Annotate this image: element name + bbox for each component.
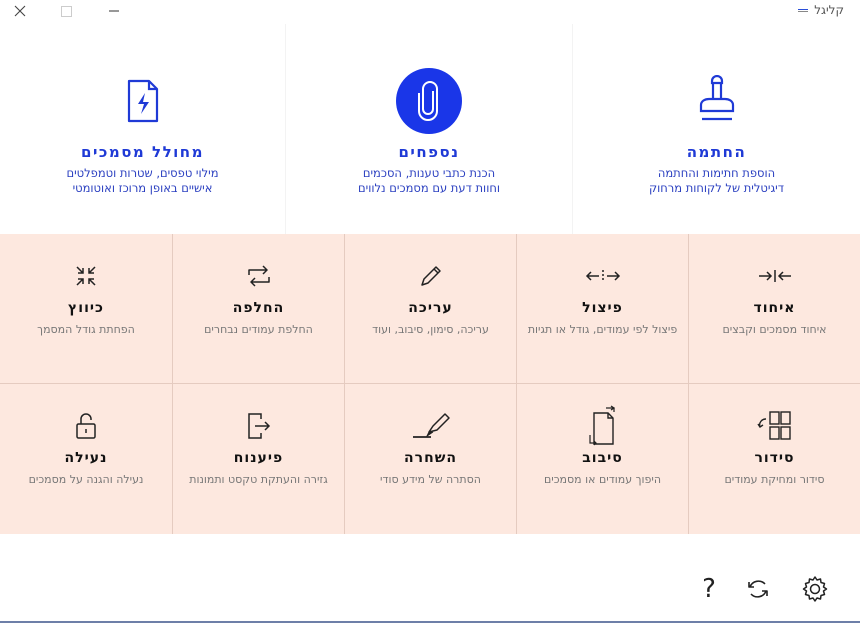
tools-grid: איחוד איחוד מסמכים וקבצים פיצול פיצול לפ…: [0, 234, 860, 534]
tool-title: פיענוח: [233, 450, 284, 466]
featured-section: החתמה הוספת חתימות והחתמה דיגיטלית של לק…: [0, 24, 860, 234]
tool-description: גזירה והעתקת טקסט ותמונות: [189, 473, 328, 486]
tool-edit[interactable]: עריכה עריכה, סימון, סיבוב, ועוד: [344, 234, 516, 384]
tool-description: נעילה והגנה על מסמכים: [28, 473, 144, 486]
swap-icon: [239, 256, 279, 296]
tool-title: השחרה: [404, 450, 457, 466]
featured-description: הכנת כתבי טענות, הסכמים וחוות דעת עם מסמ…: [286, 166, 572, 196]
refresh-icon: [745, 576, 771, 602]
merge-arrows-icon: [755, 256, 795, 296]
paperclip-icon: [396, 68, 462, 134]
featured-card-signing[interactable]: החתמה הוספת חתימות והחתמה דיגיטלית של לק…: [573, 24, 860, 234]
app-logo-icon: [798, 8, 809, 12]
window-close-button[interactable]: [10, 2, 30, 20]
tool-description: היפוך עמודים או מסמכים: [543, 473, 662, 486]
export-document-icon: [239, 406, 279, 446]
tool-title: החלפה: [232, 300, 285, 316]
featured-title: מחולל מסמכים: [81, 143, 204, 161]
tool-description: הסתרה של מידע סודי: [380, 473, 481, 486]
minimize-icon: [108, 5, 120, 17]
tool-redact[interactable]: השחרה הסתרה של מידע סודי: [344, 384, 516, 534]
lock-icon: [66, 406, 106, 446]
close-icon: [14, 5, 26, 17]
title-bar: קליגל: [0, 0, 860, 24]
tool-rotate[interactable]: סיבוב היפוך עמודים או מסמכים: [516, 384, 688, 534]
tool-description: החלפת עמודים נבחרים: [204, 323, 313, 336]
refresh-button[interactable]: [743, 574, 773, 604]
featured-desc-line2: אישיים באופן מרוכז ואוטומטי: [72, 181, 213, 195]
featured-desc-line1: מילוי טפסים, שטרות וטמפלטים: [66, 166, 219, 180]
grid-arrange-icon: [755, 406, 795, 446]
featured-desc-line2: וחוות דעת עם מסמכים נלווים: [358, 181, 500, 195]
tool-compress[interactable]: כיווץ הפחתת גודל המסמך: [0, 234, 172, 384]
help-icon: ?: [702, 574, 716, 604]
tool-description: איחוד מסמכים וקבצים: [722, 323, 827, 336]
featured-title: החתמה: [686, 143, 747, 161]
featured-desc-line2: דיגיטלית של לקוחות מרחוק: [648, 181, 785, 195]
tool-title: סידור: [754, 450, 795, 466]
featured-description: הוספת חתימות והחתמה דיגיטלית של לקוחות מ…: [573, 166, 860, 196]
tool-title: פיצול: [582, 300, 623, 316]
featured-card-attachments[interactable]: נספחים הכנת כתבי טענות, הסכמים וחוות דעת…: [286, 24, 572, 234]
tool-replace[interactable]: החלפה החלפת עמודים נבחרים: [172, 234, 344, 384]
settings-button[interactable]: [800, 574, 830, 604]
window-maximize-button[interactable]: [56, 2, 76, 20]
tool-split[interactable]: פיצול פיצול לפי עמודים, גודל או תגיות: [516, 234, 688, 384]
marker-icon: [411, 406, 451, 446]
tool-description: סידור ומחיקת עמודים: [724, 473, 825, 486]
featured-description: מילוי טפסים, שטרות וטמפלטים אישיים באופן…: [0, 166, 285, 196]
tool-title: איחוד: [753, 300, 796, 316]
tool-title: עריכה: [408, 300, 453, 316]
tool-description: פיצול לפי עמודים, גודל או תגיות: [527, 323, 678, 336]
tool-title: נעילה: [64, 450, 108, 466]
featured-card-document-generator[interactable]: מחולל מסמכים מילוי טפסים, שטרות וטמפלטים…: [0, 24, 285, 234]
tool-description: עריכה, סימון, סיבוב, ועוד: [372, 323, 489, 336]
featured-title: נספחים: [398, 143, 460, 161]
window-minimize-button[interactable]: [104, 2, 124, 20]
app-title-text: קליגל: [814, 3, 844, 17]
rotate-pages-icon: [583, 405, 623, 446]
help-button[interactable]: ?: [694, 574, 724, 604]
tool-ocr[interactable]: פיענוח גזירה והעתקת טקסט ותמונות: [172, 384, 344, 534]
tool-title: סיבוב: [582, 450, 623, 466]
tool-arrange[interactable]: סידור סידור ומחיקת עמודים: [688, 384, 860, 534]
app-title: קליגל: [798, 3, 844, 17]
tool-title: כיווץ: [68, 300, 104, 316]
featured-desc-line1: הוספת חתימות והחתמה: [657, 166, 776, 180]
tool-lock[interactable]: נעילה נעילה והגנה על מסמכים: [0, 384, 172, 534]
maximize-icon: [60, 5, 72, 17]
bottom-toolbar: ?: [0, 534, 860, 623]
split-arrows-icon: [583, 256, 623, 296]
featured-desc-line1: הכנת כתבי טענות, הסכמים: [362, 166, 496, 180]
gear-icon: [801, 575, 829, 603]
compress-icon: [66, 256, 106, 296]
tool-description: הפחתת גודל המסמך: [37, 323, 135, 336]
stamp-icon: [684, 68, 750, 134]
tool-merge[interactable]: איחוד איחוד מסמכים וקבצים: [688, 234, 860, 384]
lightning-document-icon: [110, 68, 176, 134]
pencil-icon: [411, 256, 451, 296]
